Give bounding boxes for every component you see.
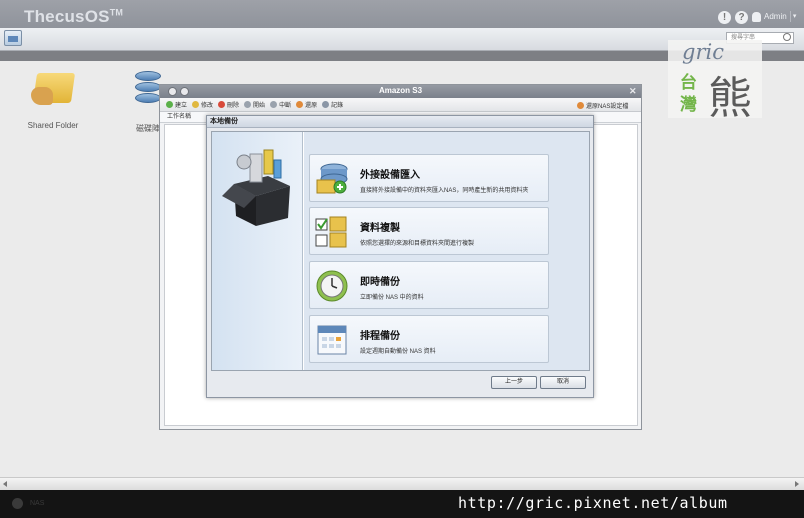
- clock-icon: [316, 270, 348, 302]
- toolbar-log-button[interactable]: 記錄: [322, 100, 343, 109]
- help-icon[interactable]: ?: [735, 11, 748, 24]
- toolbar-restore-button[interactable]: 還原: [296, 100, 317, 109]
- brand-name: ThecusOS: [24, 7, 110, 26]
- data-copy-icon: [315, 216, 347, 248]
- toolbar-label: 建立: [175, 103, 188, 109]
- chevron-down-icon[interactable]: ▾: [789, 11, 799, 22]
- user-menu[interactable]: Admin ▾: [752, 11, 799, 22]
- toolbar-stop-button[interactable]: 中斷: [270, 100, 291, 109]
- scroll-right-icon[interactable]: [795, 481, 799, 487]
- window-toolbar: 建立 修改 刪除 開始 中斷 還原 記錄 還原NAS設定檔: [160, 98, 641, 112]
- user-name: Admin: [764, 12, 787, 21]
- shared-folder-icon: [31, 71, 76, 107]
- toolbar-label: 中斷: [279, 103, 292, 109]
- notification-icon[interactable]: !: [718, 11, 731, 24]
- option-title: 即時備份: [360, 277, 400, 288]
- restore-icon: [296, 101, 304, 108]
- app-switcher-icon[interactable]: [4, 30, 22, 46]
- option-instant-backup[interactable]: 即時備份 立即備份 NAS 中的資料: [309, 261, 549, 309]
- taskbar-label: NAS: [30, 500, 45, 507]
- option-external-import[interactable]: 外接設備匯入 直接將外接設備中的資料夾匯入NAS，同時產生新的共用資料夾: [309, 154, 549, 202]
- top-bar: ThecusOSTM ! ? Admin ▾: [0, 0, 804, 28]
- toolbar-label: 開始: [253, 103, 266, 109]
- close-icon[interactable]: ✕: [629, 86, 637, 97]
- watermark-url: http://gric.pixnet.net/album: [458, 494, 728, 512]
- edit-icon: [192, 101, 200, 108]
- play-icon: [244, 101, 252, 108]
- desktop-icon-shared-folder[interactable]: Shared Folder: [24, 71, 82, 130]
- toolbar-label: 刪除: [227, 103, 240, 109]
- taskbar-icon[interactable]: [12, 498, 23, 509]
- watermark-logo: gric 台 灣 熊: [668, 40, 762, 124]
- backup-box-icon: [222, 149, 290, 226]
- toolbar-delete-button[interactable]: 刪除: [218, 100, 239, 109]
- previous-button[interactable]: 上一步: [491, 376, 537, 389]
- option-title: 資料複製: [360, 223, 400, 234]
- dialog-illustration-panel: [212, 132, 303, 370]
- window-titlebar[interactable]: Amazon S3 ✕: [160, 85, 641, 98]
- option-title: 排程備份: [360, 331, 400, 342]
- horizontal-scrollbar[interactable]: [0, 477, 804, 490]
- dialog-content: 外接設備匯入 直接將外接設備中的資料夾匯入NAS，同時產生新的共用資料夾 資料複…: [211, 131, 590, 371]
- restore-config-icon: [577, 102, 584, 109]
- option-description: 依照您選擇的來源和目標資料夾間進行複製: [360, 241, 475, 247]
- toolbar-start-button[interactable]: 開始: [244, 100, 265, 109]
- toolbar-create-button[interactable]: 建立: [166, 100, 187, 109]
- cancel-button[interactable]: 取消: [540, 376, 586, 389]
- window-title: Amazon S3: [378, 86, 423, 95]
- external-device-import-icon: [316, 163, 348, 194]
- brand-logo: ThecusOSTM: [24, 7, 123, 27]
- toolbar-edit-button[interactable]: 修改: [192, 100, 213, 109]
- toolbar-label: 還原NAS設定檔: [586, 104, 629, 110]
- restore-nas-config-button[interactable]: 還原NAS設定檔: [577, 101, 628, 110]
- search-icon[interactable]: [783, 33, 791, 41]
- option-scheduled-backup[interactable]: 排程備份 設定週期自動備份 NAS 資料: [309, 315, 549, 363]
- toolbar-label: 還原: [305, 103, 318, 109]
- dialog-title: 本地備份: [207, 116, 593, 128]
- log-icon: [322, 101, 330, 108]
- delete-icon: [218, 101, 226, 108]
- dialog-options-panel: 外接設備匯入 直接將外接設備中的資料夾匯入NAS，同時產生新的共用資料夾 資料複…: [304, 132, 589, 370]
- brand-trademark: TM: [109, 7, 124, 18]
- option-description: 直接將外接設備中的資料夾匯入NAS，同時產生新的共用資料夾: [360, 188, 529, 194]
- option-title: 外接設備匯入: [360, 170, 420, 181]
- stop-icon: [270, 101, 278, 108]
- option-description: 設定週期自動備份 NAS 資料: [360, 349, 436, 355]
- option-description: 立即備份 NAS 中的資料: [360, 295, 424, 301]
- user-icon: [752, 11, 761, 22]
- logo-word: gric: [682, 40, 724, 64]
- add-icon: [166, 101, 173, 108]
- logo-char: 熊: [708, 73, 752, 124]
- toolbar-label: 記錄: [331, 103, 344, 109]
- local-backup-dialog: 本地備份 外接設備匯入 直接將外接設備中的資料夾匯入NAS，同時產生新的共用資料…: [206, 115, 594, 398]
- desktop-icon-label: Shared Folder: [27, 121, 79, 130]
- calendar-icon: [317, 325, 347, 355]
- option-data-copy[interactable]: 資料複製 依照您選擇的來源和目標資料夾間進行複製: [309, 207, 549, 255]
- toolbar-label: 修改: [201, 103, 214, 109]
- logo-char: 灣: [680, 95, 697, 114]
- scroll-left-icon[interactable]: [3, 481, 7, 487]
